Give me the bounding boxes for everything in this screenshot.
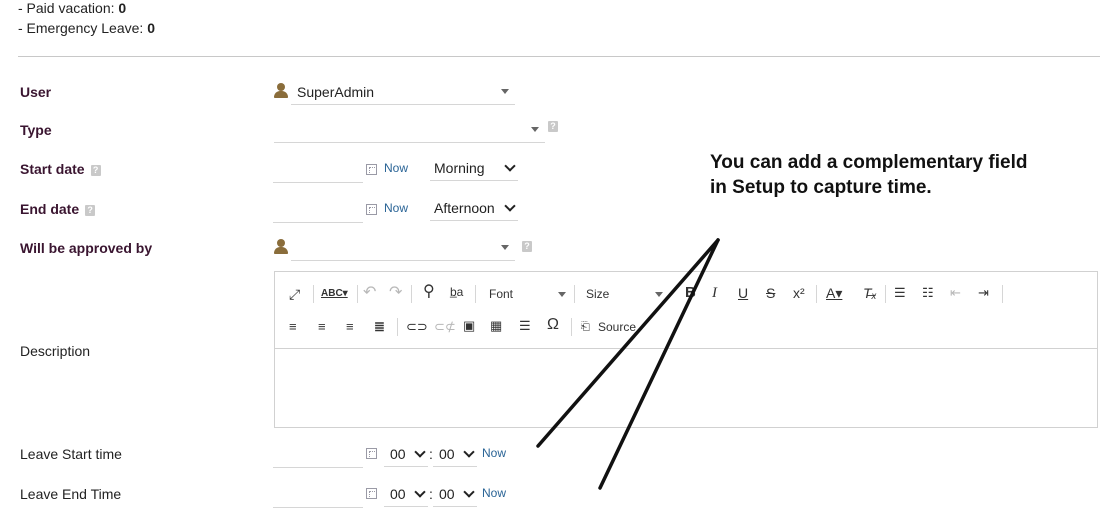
annotation-arrow [536,238,720,490]
